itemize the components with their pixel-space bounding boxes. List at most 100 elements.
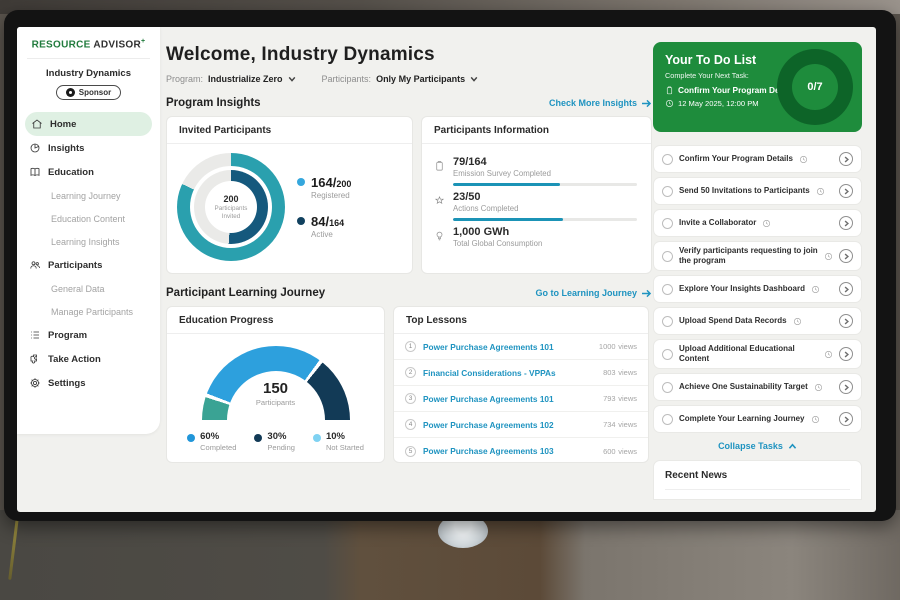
book-icon bbox=[29, 166, 41, 178]
lesson-row: 2 Financial Considerations - VPPAs 803 v… bbox=[394, 360, 648, 386]
nav-label: Settings bbox=[48, 378, 85, 389]
task-checkbox[interactable] bbox=[662, 154, 673, 165]
task-open-button[interactable] bbox=[839, 184, 853, 198]
legend-registered: 164/200 Registered bbox=[297, 175, 351, 200]
clock-icon bbox=[665, 99, 674, 108]
nav-label: Education bbox=[48, 167, 94, 178]
sidebar-item-insights[interactable]: Insights bbox=[17, 136, 160, 160]
lesson-row: 1 Power Purchase Agreements 101 1000 vie… bbox=[394, 334, 648, 360]
sidebar-item-learning-journey[interactable]: Learning Journey bbox=[17, 184, 160, 207]
sidebar-item-learning-insights[interactable]: Learning Insights bbox=[17, 230, 160, 253]
sidebar-item-take-action[interactable]: Take Action bbox=[17, 347, 160, 371]
task-checkbox[interactable] bbox=[662, 349, 673, 360]
stat-actions-completed: 23/50 Actions Completed bbox=[434, 191, 639, 213]
nav-label: Take Action bbox=[48, 354, 101, 365]
task-open-button[interactable] bbox=[839, 380, 853, 394]
legend-dot bbox=[297, 217, 305, 225]
legend-pending: 30% Pending bbox=[254, 431, 295, 452]
filters-row: Program: Industrialize Zero Participants… bbox=[166, 74, 652, 84]
nav-label: Insights bbox=[48, 143, 84, 154]
participants-value: Only My Participants bbox=[376, 74, 465, 84]
participants-information-card: Participants Information 79/164 Emission… bbox=[421, 116, 652, 274]
sidebar-item-participants[interactable]: Participants bbox=[17, 253, 160, 277]
sidebar-item-home[interactable]: Home bbox=[25, 112, 152, 136]
card-title: Top Lessons bbox=[394, 307, 648, 334]
task-item[interactable]: Invite a Collaborator bbox=[653, 209, 862, 237]
clock-icon bbox=[814, 383, 823, 392]
chevron-right-icon bbox=[843, 318, 850, 325]
program-select[interactable]: Program: Industrialize Zero bbox=[166, 74, 296, 84]
gear-icon bbox=[29, 377, 41, 389]
page-title: Welcome, Industry Dynamics bbox=[166, 44, 652, 66]
task-open-button[interactable] bbox=[839, 412, 853, 426]
participants-select[interactable]: Participants: Only My Participants bbox=[322, 74, 479, 84]
dashboard-screen: RESOURCE ADVISOR+ Industry Dynamics Spon… bbox=[17, 27, 876, 512]
task-open-button[interactable] bbox=[839, 249, 853, 263]
task-checkbox[interactable] bbox=[662, 382, 673, 393]
task-item[interactable]: Explore Your Insights Dashboard bbox=[653, 275, 862, 303]
task-open-button[interactable] bbox=[839, 314, 853, 328]
progress-bar bbox=[453, 218, 637, 221]
task-item[interactable]: Upload Spend Data Records bbox=[653, 307, 862, 335]
insights-icon bbox=[29, 142, 41, 154]
sponsor-badge: Sponsor bbox=[56, 85, 121, 100]
section-learning-journey: Participant Learning Journey bbox=[166, 287, 325, 299]
task-item[interactable]: Achieve One Sustainability Target bbox=[653, 373, 862, 401]
task-checkbox[interactable] bbox=[662, 218, 673, 229]
chevron-right-icon bbox=[843, 156, 850, 163]
clock-icon bbox=[816, 187, 825, 196]
lesson-row: 4 Power Purchase Agreements 102 734 view… bbox=[394, 412, 648, 438]
task-item[interactable]: Send 50 Invitations to Participants bbox=[653, 177, 862, 205]
task-item[interactable]: Verify participants requesting to join t… bbox=[653, 241, 862, 271]
chevron-down-icon bbox=[470, 75, 478, 83]
task-item[interactable]: Complete Your Learning Journey bbox=[653, 405, 862, 433]
lesson-rank: 3 bbox=[405, 393, 416, 404]
task-item[interactable]: Confirm Your Program Details bbox=[653, 145, 862, 173]
sidebar-item-general-data[interactable]: General Data bbox=[17, 277, 160, 300]
check-more-insights-link[interactable]: Check More Insights bbox=[549, 98, 652, 108]
task-open-button[interactable] bbox=[839, 282, 853, 296]
lesson-link[interactable]: Power Purchase Agreements 102 bbox=[423, 420, 596, 430]
participants-label: Participants: bbox=[322, 74, 372, 84]
legend-not-started: 10% Not Started bbox=[313, 431, 364, 452]
lesson-link[interactable]: Financial Considerations - VPPAs bbox=[423, 368, 596, 378]
task-checkbox[interactable] bbox=[662, 186, 673, 197]
donut-center-label: Participants Invited bbox=[205, 205, 257, 221]
task-checkbox[interactable] bbox=[662, 284, 673, 295]
actions-icon bbox=[434, 195, 445, 207]
sponsor-label: Sponsor bbox=[79, 88, 111, 97]
lesson-link[interactable]: Power Purchase Agreements 103 bbox=[423, 446, 596, 456]
recent-news-card: Recent News bbox=[653, 460, 862, 500]
collapse-tasks-link[interactable]: Collapse Tasks bbox=[653, 441, 862, 451]
progress-fill bbox=[453, 183, 560, 186]
sidebar-item-education[interactable]: Education bbox=[17, 160, 160, 184]
section-program-insights: Program Insights bbox=[166, 97, 261, 109]
sponsor-icon bbox=[66, 88, 75, 97]
go-to-learning-journey-link[interactable]: Go to Learning Journey bbox=[535, 288, 652, 298]
sidebar-item-program[interactable]: Program bbox=[17, 323, 160, 347]
legend-dot bbox=[297, 178, 305, 186]
lesson-link[interactable]: Power Purchase Agreements 101 bbox=[423, 342, 592, 352]
sidebar-item-settings[interactable]: Settings bbox=[17, 371, 160, 395]
lesson-rank: 2 bbox=[405, 367, 416, 378]
sidebar-item-manage-participants[interactable]: Manage Participants bbox=[17, 300, 160, 323]
lesson-link[interactable]: Power Purchase Agreements 101 bbox=[423, 394, 596, 404]
task-checkbox[interactable] bbox=[662, 251, 673, 262]
list-icon bbox=[29, 329, 41, 341]
task-checkbox[interactable] bbox=[662, 316, 673, 327]
task-item[interactable]: Upload Additional Educational Content bbox=[653, 339, 862, 369]
task-checkbox[interactable] bbox=[662, 414, 673, 425]
program-label: Program: bbox=[166, 74, 203, 84]
progress-bar bbox=[453, 183, 637, 186]
task-open-button[interactable] bbox=[839, 152, 853, 166]
logo-plus: + bbox=[141, 38, 145, 45]
clock-icon bbox=[811, 285, 820, 294]
task-list: Confirm Your Program Details Send 50 Inv… bbox=[653, 145, 862, 433]
app-logo: RESOURCE ADVISOR+ bbox=[27, 27, 150, 59]
task-open-button[interactable] bbox=[839, 347, 853, 361]
education-progress-card: Education Progress 150 Participants bbox=[166, 306, 385, 463]
todo-progress-value: 0/7 bbox=[807, 81, 822, 93]
sidebar-item-education-content[interactable]: Education Content bbox=[17, 207, 160, 230]
task-open-button[interactable] bbox=[839, 216, 853, 230]
todo-column: Your To Do List Complete Your Next Task:… bbox=[653, 27, 862, 512]
